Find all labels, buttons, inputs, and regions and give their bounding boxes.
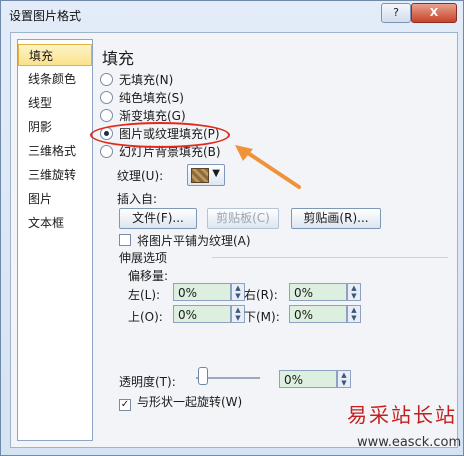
annotation-arrow-icon bbox=[235, 145, 301, 189]
sidebar-item-text-box[interactable]: 文本框 bbox=[18, 212, 92, 234]
fill-panel: 填充 无填充(N) 纯色填充(S) 渐变填充(G) 图片或纹理填充(P) 幻灯片… bbox=[99, 33, 457, 447]
texture-thumbnail bbox=[191, 168, 209, 183]
chevron-down-icon: ▼ bbox=[212, 168, 220, 179]
close-button[interactable]: X bbox=[411, 3, 457, 23]
spin-up-icon[interactable]: ▲ bbox=[232, 284, 244, 292]
transparency-slider-thumb[interactable] bbox=[198, 367, 208, 385]
spin-down-icon[interactable]: ▼ bbox=[232, 314, 244, 322]
tile-checkbox-row[interactable]: 将图片平铺为纹理(A) bbox=[119, 232, 251, 249]
left-offset-label: 左(L): bbox=[128, 288, 161, 302]
transparency-input[interactable]: 0% bbox=[279, 370, 337, 388]
radio-label: 无填充(N) bbox=[119, 73, 174, 87]
sidebar-item-3d-rotation[interactable]: 三维旋转 bbox=[18, 164, 92, 186]
dialog-title: 设置图片格式 bbox=[9, 9, 82, 23]
bottom-offset-input[interactable]: 0% bbox=[289, 305, 347, 323]
radio-no-fill[interactable]: 无填充(N) bbox=[100, 71, 173, 89]
texture-label: 纹理(U): bbox=[117, 169, 164, 183]
rotate-with-shape-label: 与形状一起旋转(W) bbox=[137, 395, 243, 409]
radio-label: 渐变填充(G) bbox=[119, 109, 186, 123]
sidebar-item-line-style[interactable]: 线型 bbox=[18, 92, 92, 114]
right-offset-spinner[interactable]: ▲ ▼ bbox=[347, 283, 361, 301]
top-offset-spinner[interactable]: ▲ ▼ bbox=[231, 305, 245, 323]
dialog-content: 填充 线条颜色 线型 阴影 三维格式 三维旋转 图片 文本框 填充 无填充(N)… bbox=[10, 32, 458, 448]
spin-up-icon[interactable]: ▲ bbox=[232, 306, 244, 314]
spin-down-icon[interactable]: ▼ bbox=[348, 292, 360, 300]
transparency-label: 透明度(T): bbox=[119, 375, 176, 389]
stretch-section-title: 伸展选项 bbox=[119, 251, 168, 265]
transparency-spinner[interactable]: ▲ ▼ bbox=[337, 370, 351, 388]
spin-up-icon[interactable]: ▲ bbox=[348, 306, 360, 314]
spin-down-icon[interactable]: ▼ bbox=[348, 314, 360, 322]
radio-button[interactable] bbox=[100, 91, 113, 104]
texture-dropdown[interactable]: ▼ bbox=[187, 164, 225, 186]
highlight-ellipse bbox=[90, 122, 230, 148]
clipart-button[interactable]: 剪贴画(R)... bbox=[291, 208, 381, 229]
file-button[interactable]: 文件(F)... bbox=[119, 208, 197, 229]
left-offset-spinner[interactable]: ▲ ▼ bbox=[231, 283, 245, 301]
spin-up-icon[interactable]: ▲ bbox=[338, 371, 350, 379]
title-bar: 设置图片格式 ? X bbox=[1, 1, 463, 29]
sidebar-item-fill[interactable]: 填充 bbox=[18, 44, 92, 66]
radio-button[interactable] bbox=[100, 73, 113, 86]
category-sidebar: 填充 线条颜色 线型 阴影 三维格式 三维旋转 图片 文本框 bbox=[17, 39, 93, 441]
radio-solid-fill[interactable]: 纯色填充(S) bbox=[100, 89, 184, 107]
radio-label: 纯色填充(S) bbox=[119, 91, 184, 105]
watermark-site-url: www.easck.com bbox=[357, 435, 462, 450]
bottom-offset-spinner[interactable]: ▲ ▼ bbox=[347, 305, 361, 323]
bottom-offset-label: 下(M): bbox=[244, 310, 280, 324]
radio-button[interactable] bbox=[100, 145, 113, 158]
watermark-site-name: 易采站长站 bbox=[347, 403, 457, 427]
top-offset-label: 上(O): bbox=[128, 310, 163, 324]
offset-label: 偏移量: bbox=[128, 269, 169, 283]
rotate-with-shape-checkbox[interactable]: ✓ bbox=[119, 399, 131, 411]
sidebar-item-line-color[interactable]: 线条颜色 bbox=[18, 68, 92, 90]
right-offset-input[interactable]: 0% bbox=[289, 283, 347, 301]
spin-down-icon[interactable]: ▼ bbox=[232, 292, 244, 300]
format-picture-dialog: 设置图片格式 ? X 填充 线条颜色 线型 阴影 三维格式 三维旋转 图片 文本… bbox=[0, 0, 464, 456]
sidebar-item-3d-format[interactable]: 三维格式 bbox=[18, 140, 92, 162]
right-offset-label: 右(R): bbox=[244, 288, 278, 302]
left-offset-input[interactable]: 0% bbox=[173, 283, 231, 301]
insert-from-label: 插入自: bbox=[117, 192, 158, 206]
tile-checkbox-label: 将图片平铺为纹理(A) bbox=[137, 234, 251, 248]
section-title: 填充 bbox=[102, 49, 135, 68]
radio-button[interactable] bbox=[100, 109, 113, 122]
sidebar-item-picture[interactable]: 图片 bbox=[18, 188, 92, 210]
help-button[interactable]: ? bbox=[381, 3, 411, 23]
clipboard-button[interactable]: 剪贴板(C) bbox=[207, 208, 279, 229]
top-offset-input[interactable]: 0% bbox=[173, 305, 231, 323]
rotate-with-shape-row[interactable]: ✓ 与形状一起旋转(W) bbox=[119, 393, 242, 411]
spin-up-icon[interactable]: ▲ bbox=[348, 284, 360, 292]
sidebar-item-shadow[interactable]: 阴影 bbox=[18, 116, 92, 138]
section-divider bbox=[212, 257, 448, 258]
tile-checkbox[interactable] bbox=[119, 234, 131, 246]
spin-down-icon[interactable]: ▼ bbox=[338, 379, 350, 387]
